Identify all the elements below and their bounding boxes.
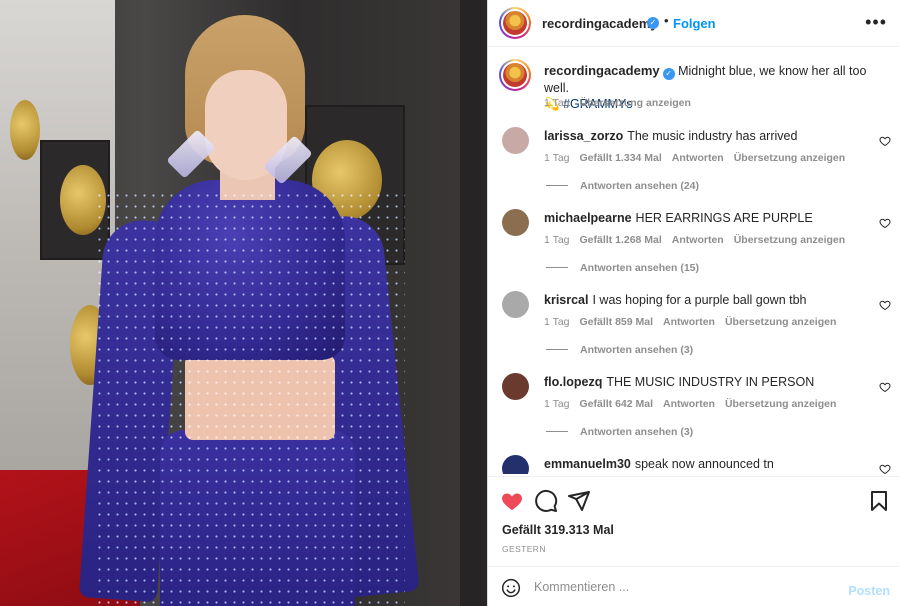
view-replies-link[interactable]: Antworten ansehen (3) bbox=[546, 344, 693, 356]
comment-likes[interactable]: Gefällt 1.268 Mal bbox=[580, 234, 662, 246]
comment-time: 1 Tag bbox=[544, 398, 570, 410]
translate-link[interactable]: Übersetzung anzeigen bbox=[725, 398, 836, 410]
heart-outline-icon[interactable] bbox=[879, 381, 891, 393]
caption-meta: 1 Tag Übersetzung anzeigen bbox=[544, 97, 691, 109]
view-replies-link[interactable]: Antworten ansehen (3) bbox=[546, 426, 693, 438]
avatar[interactable] bbox=[499, 59, 531, 91]
comment-likes[interactable]: Gefällt 859 Mal bbox=[580, 316, 654, 328]
comment-username[interactable]: michaelpearne bbox=[544, 211, 632, 225]
instagram-post-view: recordingacademy ✓ • Folgen ••• recordin… bbox=[0, 0, 900, 606]
comment-text: THE MUSIC INDUSTRY IN PERSON bbox=[606, 375, 815, 389]
translate-link[interactable]: Übersetzung anzeigen bbox=[725, 316, 836, 328]
comment-username[interactable]: flo.lopezq bbox=[544, 375, 602, 389]
comment-username[interactable]: emmanuelm30 bbox=[544, 457, 631, 471]
reply-button[interactable]: Antworten bbox=[663, 316, 715, 328]
follow-button[interactable]: Folgen bbox=[673, 16, 716, 31]
more-horizontal-icon[interactable]: ••• bbox=[865, 12, 887, 33]
comments-list[interactable]: larissa_zorzo The music industry has arri… bbox=[488, 117, 900, 474]
heart-outline-icon[interactable] bbox=[879, 135, 891, 147]
avatar[interactable] bbox=[499, 7, 531, 39]
comment-icon[interactable] bbox=[534, 489, 558, 513]
comment-input[interactable] bbox=[534, 576, 834, 598]
verified-badge-icon: ✓ bbox=[647, 17, 659, 29]
comment-username[interactable]: larissa_zorzo bbox=[544, 129, 623, 143]
comment-time: 1 Tag bbox=[544, 316, 570, 328]
post-actions: Gefällt 319.313 Mal GESTERN bbox=[488, 476, 900, 566]
post-caption: recordingacademy ✓ Midnight blue, we know… bbox=[488, 47, 900, 117]
comment-time: 1 Tag bbox=[544, 152, 570, 164]
view-replies-link[interactable]: Antworten ansehen (15) bbox=[546, 262, 699, 274]
avatar[interactable] bbox=[502, 373, 529, 400]
comment-text: The music industry has arrived bbox=[627, 129, 798, 143]
comment-likes[interactable]: Gefällt 642 Mal bbox=[580, 398, 654, 410]
translate-link[interactable]: Übersetzung anzeigen bbox=[580, 97, 691, 109]
share-icon[interactable] bbox=[567, 489, 591, 513]
heart-filled-icon[interactable] bbox=[500, 489, 524, 513]
comment-text: speak now announced tn bbox=[634, 457, 774, 471]
avatar[interactable] bbox=[502, 291, 529, 318]
reply-button[interactable]: Antworten bbox=[672, 152, 724, 164]
verified-badge-icon: ✓ bbox=[662, 68, 675, 80]
comment-item: michaelpearne HER EARRINGS ARE PURPLE 1 T… bbox=[488, 199, 900, 281]
avatar[interactable] bbox=[502, 209, 529, 236]
comment-meta: 1 Tag Gefällt 859 Mal Antworten Übersetzung… bbox=[544, 316, 846, 328]
comment-item: emmanuelm30 speak now announced tn bbox=[488, 445, 900, 474]
comment-time: 1 Tag bbox=[544, 234, 570, 246]
heart-outline-icon[interactable] bbox=[879, 299, 891, 311]
translate-link[interactable]: Übersetzung anzeigen bbox=[734, 234, 845, 246]
comment-text: I was hoping for a purple ball gown tbh bbox=[592, 293, 807, 307]
comment-likes[interactable]: Gefällt 1.334 Mal bbox=[580, 152, 662, 164]
likes-count[interactable]: Gefällt 319.313 Mal bbox=[502, 523, 614, 537]
comment-item: flo.lopezq THE MUSIC INDUSTRY IN PERSON 1… bbox=[488, 363, 900, 445]
post-date[interactable]: GESTERN bbox=[502, 544, 546, 554]
avatar[interactable] bbox=[502, 455, 529, 474]
bookmark-icon[interactable] bbox=[867, 489, 891, 513]
comment-meta: 1 Tag Gefällt 642 Mal Antworten Übersetzung… bbox=[544, 398, 846, 410]
reply-button[interactable]: Antworten bbox=[663, 398, 715, 410]
heart-outline-icon[interactable] bbox=[879, 463, 891, 474]
username-link[interactable]: recordingacademy bbox=[542, 16, 658, 31]
post-header: recordingacademy ✓ • Folgen ••• bbox=[488, 0, 900, 47]
post-photo[interactable] bbox=[0, 0, 487, 606]
emoji-icon[interactable] bbox=[501, 578, 521, 598]
comment-composer: Posten bbox=[488, 566, 900, 606]
avatar[interactable] bbox=[502, 127, 529, 154]
post-comment-button[interactable]: Posten bbox=[848, 584, 890, 598]
caption-time: 1 Tag bbox=[544, 97, 570, 109]
comment-text: HER EARRINGS ARE PURPLE bbox=[635, 211, 813, 225]
post-sidebar: recordingacademy ✓ • Folgen ••• recordin… bbox=[487, 0, 900, 606]
comment-item: larissa_zorzo The music industry has arri… bbox=[488, 117, 900, 199]
reply-button[interactable]: Antworten bbox=[672, 234, 724, 246]
separator-dot: • bbox=[664, 13, 669, 28]
comment-meta: 1 Tag Gefällt 1.268 Mal Antworten Übersetzu… bbox=[544, 234, 855, 246]
view-replies-link[interactable]: Antworten ansehen (24) bbox=[546, 180, 699, 192]
comment-username[interactable]: krisrcal bbox=[544, 293, 588, 307]
caption-username[interactable]: recordingacademy bbox=[544, 63, 660, 78]
heart-outline-icon[interactable] bbox=[879, 217, 891, 229]
comment-meta: 1 Tag Gefällt 1.334 Mal Antworten Übersetzu… bbox=[544, 152, 855, 164]
translate-link[interactable]: Übersetzung anzeigen bbox=[734, 152, 845, 164]
comment-item: krisrcal I was hoping for a purple ball g… bbox=[488, 281, 900, 363]
